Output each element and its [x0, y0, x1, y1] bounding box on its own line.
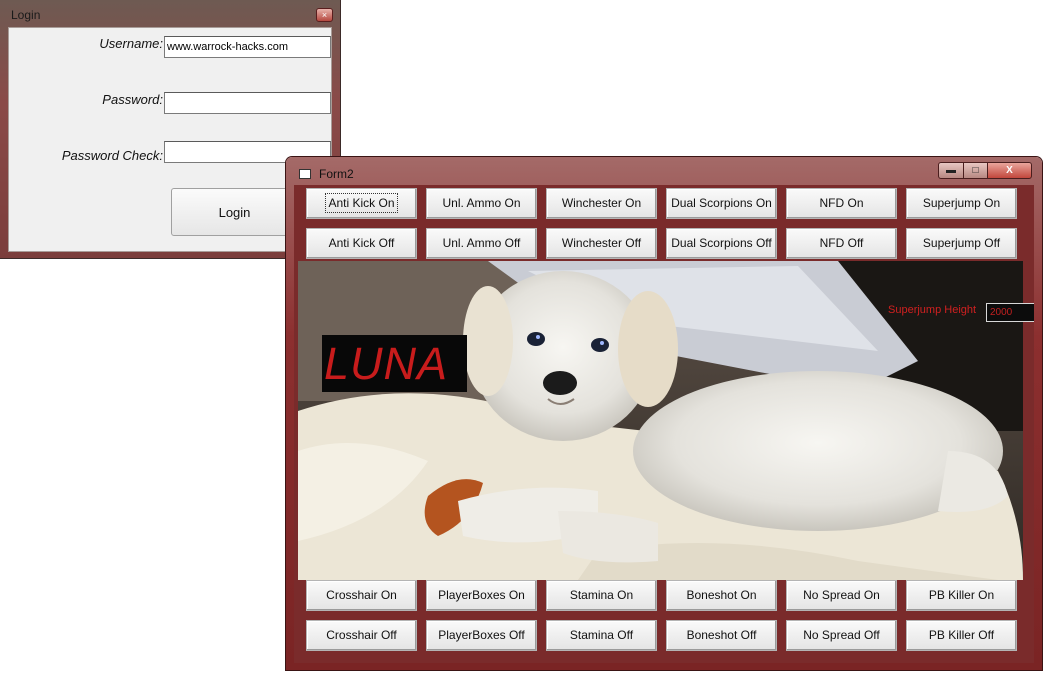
no-spread-off-button[interactable]: No Spread Off [786, 620, 897, 651]
superjump-height-input[interactable] [986, 303, 1034, 322]
maximize-button[interactable]: □ [963, 162, 988, 179]
pb-killer-off-button[interactable]: PB Killer Off [906, 620, 1017, 651]
unl-ammo-on-button[interactable]: Unl. Ammo On [426, 188, 537, 219]
stamina-off-button[interactable]: Stamina Off [546, 620, 657, 651]
superjump-height-label: Superjump Height [888, 304, 977, 316]
crosshair-off-button[interactable]: Crosshair Off [306, 620, 417, 651]
login-close-button[interactable]: × [316, 8, 333, 22]
password-label: Password: [102, 92, 163, 107]
boneshot-on-button[interactable]: Boneshot On [666, 580, 777, 611]
dual-scorpions-on-button[interactable]: Dual Scorpions On [666, 188, 777, 219]
nfd-on-button[interactable]: NFD On [786, 188, 897, 219]
superjump-off-button[interactable]: Superjump Off [906, 228, 1017, 259]
form2-window: Form2 ▬ □ X Anti Kick On Unl. Ammo On Wi… [286, 157, 1042, 670]
password-field[interactable] [164, 92, 331, 114]
luna-label: LUNA [324, 338, 449, 389]
login-client-area: Username: Password: Password Check: Logi… [8, 27, 332, 252]
luna-label-box: LUNA [322, 335, 467, 392]
nfd-off-button[interactable]: NFD Off [786, 228, 897, 259]
anti-kick-off-button[interactable]: Anti Kick Off [306, 228, 417, 259]
window-icon [299, 167, 311, 179]
login-window-title: Login [11, 8, 41, 22]
username-label: Username: [99, 36, 163, 51]
playerboxes-on-button[interactable]: PlayerBoxes On [426, 580, 537, 611]
pb-killer-on-button[interactable]: PB Killer On [906, 580, 1017, 611]
form2-window-title: Form2 [319, 167, 354, 181]
no-spread-on-button[interactable]: No Spread On [786, 580, 897, 611]
minimize-button[interactable]: ▬ [938, 162, 964, 179]
anti-kick-on-button[interactable]: Anti Kick On [306, 188, 417, 219]
form2-client-area: Anti Kick On Unl. Ammo On Winchester On … [294, 185, 1034, 663]
close-button[interactable]: X [987, 162, 1032, 179]
boneshot-off-button[interactable]: Boneshot Off [666, 620, 777, 651]
unl-ammo-off-button[interactable]: Unl. Ammo Off [426, 228, 537, 259]
password-check-label: Password Check: [61, 148, 163, 163]
login-title-bar[interactable]: Login × [0, 0, 340, 27]
winchester-on-button[interactable]: Winchester On [546, 188, 657, 219]
username-field[interactable] [164, 36, 331, 58]
playerboxes-off-button[interactable]: PlayerBoxes Off [426, 620, 537, 651]
dual-scorpions-off-button[interactable]: Dual Scorpions Off [666, 228, 777, 259]
stamina-on-button[interactable]: Stamina On [546, 580, 657, 611]
superjump-on-button[interactable]: Superjump On [906, 188, 1017, 219]
crosshair-on-button[interactable]: Crosshair On [306, 580, 417, 611]
winchester-off-button[interactable]: Winchester Off [546, 228, 657, 259]
